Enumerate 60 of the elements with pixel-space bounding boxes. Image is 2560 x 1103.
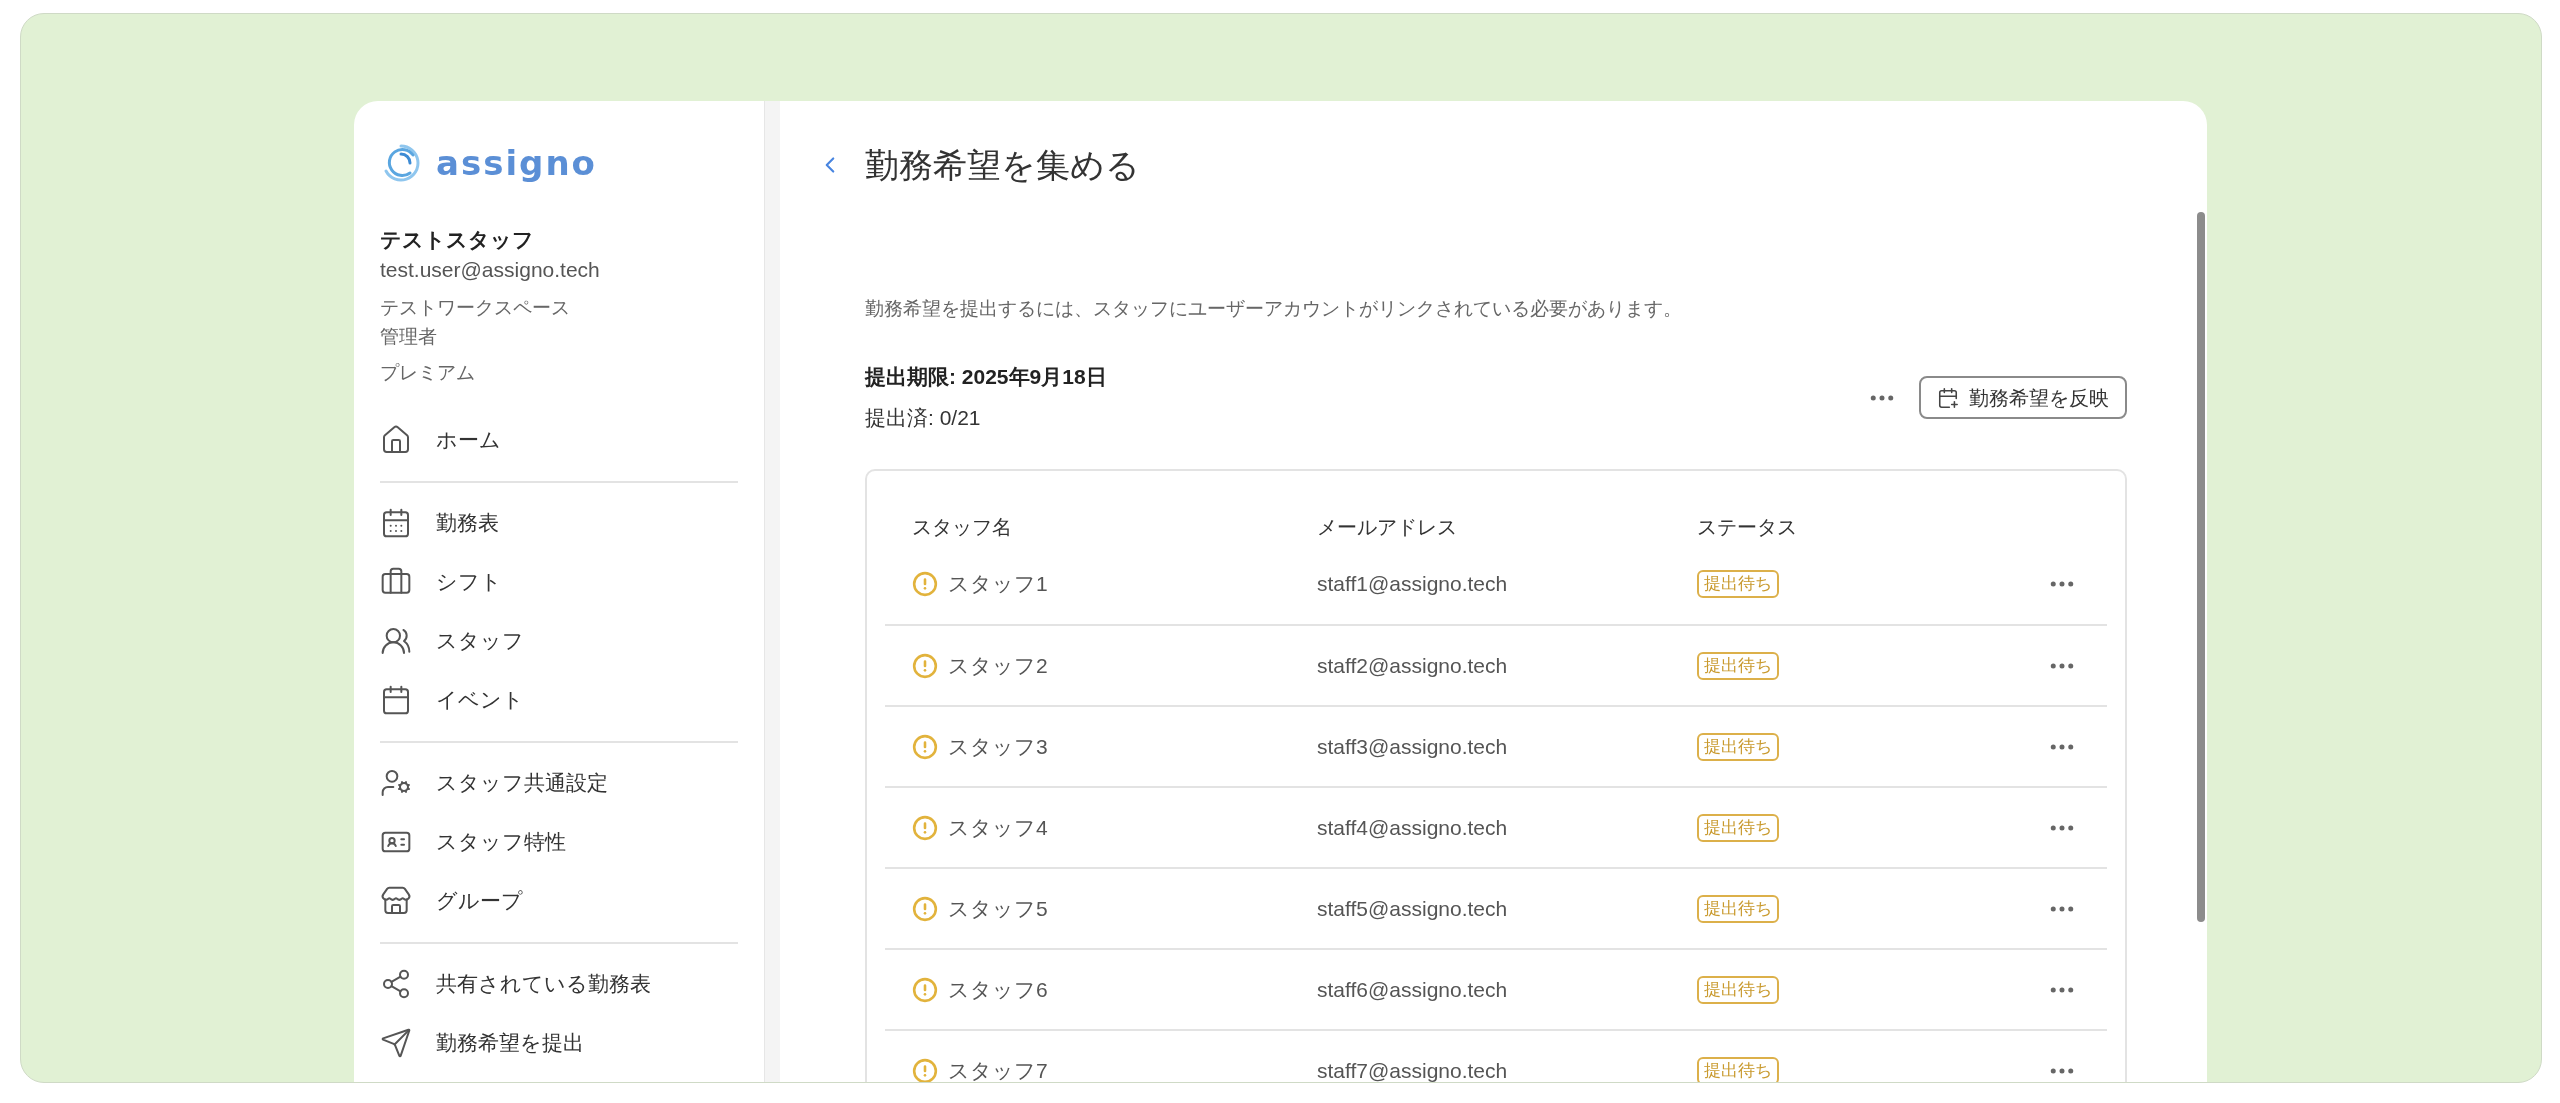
warning-icon — [912, 1057, 938, 1082]
status-badge: 提出待ち — [1697, 894, 1779, 923]
nav-item[interactable]: シフト — [380, 552, 738, 611]
submitted-count: 提出済: 0/21 — [865, 405, 982, 431]
scrollbar-thumb[interactable] — [2197, 212, 2205, 922]
nav-item[interactable]: スタッフ特性 — [380, 812, 738, 871]
staff-email: staff7@assigno.tech — [1317, 1057, 1509, 1082]
staff-email: staff4@assigno.tech — [1317, 814, 1509, 841]
nav-item[interactable]: 勤務希望を提出 — [380, 1013, 738, 1072]
staff-email: staff5@assigno.tech — [1317, 895, 1509, 922]
send-icon — [380, 1026, 412, 1059]
column-header: ステータス — [1697, 515, 1798, 540]
staff-name: スタッフ1 — [948, 570, 1048, 597]
status-badge: 提出待ち — [1697, 569, 1779, 598]
storefront-icon — [380, 884, 412, 917]
staff-email: staff2@assigno.tech — [1317, 652, 1509, 679]
nav-item[interactable]: ホーム — [380, 410, 738, 469]
staff-name: スタッフ2 — [948, 652, 1048, 679]
staff-name: スタッフ6 — [948, 976, 1048, 1003]
home-icon — [380, 423, 412, 456]
calendar-icon — [380, 506, 412, 539]
warning-icon — [912, 895, 938, 922]
notice-text: 勤務希望を提出するには、スタッフにユーザーアカウントがリンクされている必要があります。 — [865, 297, 1683, 321]
user-email: test.user@assigno.tech — [380, 257, 601, 283]
nav-item[interactable]: 共有されている勤務表 — [380, 954, 738, 1013]
column-header: メールアドレス — [1317, 515, 1458, 540]
user-name: テストスタッフ — [380, 227, 535, 253]
deadline-text: 提出期限: 2025年9月18日 — [865, 364, 1107, 390]
staff-name: スタッフ3 — [948, 733, 1048, 760]
calendar-plus-icon — [1937, 386, 1959, 409]
user-role: 管理者 — [380, 325, 438, 349]
plan-name: プレミアム — [380, 361, 476, 385]
status-badge: 提出待ち — [1697, 975, 1779, 1004]
nav-item[interactable]: スタッフ — [380, 611, 738, 670]
warning-icon — [912, 976, 938, 1003]
page-title: 勤務希望を集める — [865, 145, 1140, 186]
warning-icon — [912, 570, 938, 597]
staff-name: スタッフ4 — [948, 814, 1048, 841]
logo-text: assigno — [436, 146, 597, 180]
nav-item[interactable]: イベント — [380, 670, 738, 729]
staff-name: スタッフ7 — [948, 1057, 1048, 1082]
nav-item[interactable]: 勤務表 — [380, 493, 738, 552]
status-badge: 提出待ち — [1697, 651, 1779, 680]
warning-icon — [912, 733, 938, 760]
staff-email: staff3@assigno.tech — [1317, 733, 1509, 760]
share-icon — [380, 967, 412, 1000]
nav-item[interactable]: スタッフ共通設定 — [380, 753, 738, 812]
status-badge: 提出待ち — [1697, 1056, 1779, 1082]
staff-email: staff1@assigno.tech — [1317, 570, 1509, 597]
warning-icon — [912, 814, 938, 841]
staff-name: スタッフ5 — [948, 895, 1048, 922]
warning-icon — [912, 652, 938, 679]
nav-item[interactable]: グループ — [380, 871, 738, 930]
workspace-name: テストワークスペース — [380, 296, 571, 320]
status-badge: 提出待ち — [1697, 732, 1779, 761]
column-header: スタッフ名 — [912, 515, 1013, 540]
calendar-icon — [380, 683, 412, 716]
staff-email: staff6@assigno.tech — [1317, 976, 1509, 1003]
reflect-button[interactable]: 勤務希望を反映 — [1919, 376, 2127, 419]
status-badge: 提出待ち — [1697, 813, 1779, 842]
